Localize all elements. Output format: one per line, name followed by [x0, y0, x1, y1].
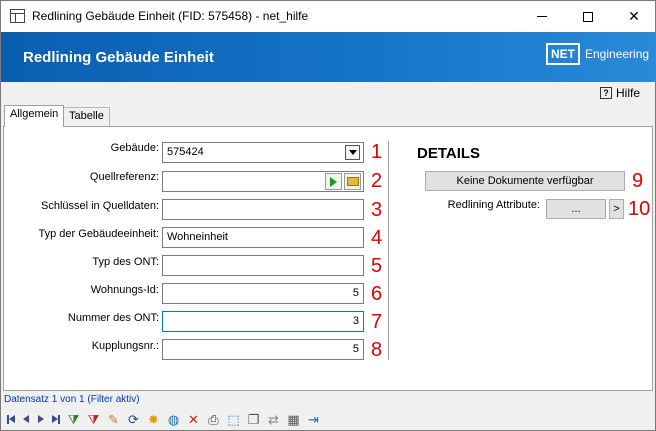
wohnungs-id-field[interactable]: 5 [162, 283, 364, 304]
field-label-quellreferenz: Quellreferenz: [89, 171, 159, 183]
edit-icon[interactable]: ✎ [104, 410, 123, 429]
field-label-wohnungs-id: Wohnungs-Id: [90, 284, 159, 296]
maximize-button[interactable] [565, 1, 611, 32]
kupplungsnr-value: 5 [352, 343, 359, 355]
remove-filter-icon[interactable]: ⧩ [84, 410, 103, 429]
window-title: Redlining Gebäude Einheit (FID: 575458) … [32, 9, 309, 23]
field-label-typ-gebaeudeeinheit: Typ der Gebäudeeinheit: [38, 228, 159, 240]
gebaeude-dropdown[interactable]: 575424 [162, 142, 364, 163]
play-icon [330, 176, 337, 187]
app-window: Redlining Gebäude Einheit (FID: 575458) … [0, 0, 656, 431]
last-record-icon[interactable] [49, 410, 63, 429]
record-toolbar: ⧩ ⧩ ✎ ⟳ ✸ ◍ ✕ ⎙ ⬚ ❐ ⇄ ▦ ⇥ [4, 409, 324, 429]
typ-gebaeudeeinheit-field[interactable]: Wohneinheit [162, 227, 364, 248]
field-label-kupplungsnr: Kupplungsnr.: [91, 340, 159, 352]
maximize-icon [583, 11, 593, 22]
redlining-next-button[interactable]: > [609, 199, 624, 219]
marker-6: 6 [371, 283, 383, 305]
brand-engineering: Engineering [585, 47, 650, 61]
print-icon[interactable]: ⎙ [204, 410, 223, 429]
refresh-icon[interactable]: ⟳ [124, 410, 143, 429]
typ-ont-field[interactable] [162, 255, 364, 276]
section-divider [388, 141, 389, 360]
marker-2: 2 [371, 170, 383, 192]
marker-9: 9 [632, 170, 644, 192]
form-panel: Gebäude: 575424 1 Quellreferenz: 2 Schlü… [3, 126, 653, 391]
status-bar: Datensatz 1 von 1 (Filter aktiv) ⧩ ⧩ ✎ ⟳… [1, 392, 655, 430]
marker-4: 4 [371, 227, 383, 249]
add-filter-icon[interactable]: ⧩ [64, 410, 83, 429]
copy-icon[interactable]: ❐ [244, 410, 263, 429]
brand-net: NET [546, 43, 580, 65]
marker-7: 7 [371, 311, 383, 333]
globe-icon[interactable]: ◍ [164, 410, 183, 429]
details-title: DETAILS [417, 145, 481, 162]
minimize-icon [537, 16, 547, 17]
table-app-icon [10, 9, 25, 23]
delete-icon[interactable]: ✕ [184, 410, 203, 429]
title-bar: Redlining Gebäude Einheit (FID: 575458) … [1, 1, 655, 32]
help-icon: ? [600, 87, 612, 99]
marker-1: 1 [371, 141, 383, 163]
marker-10: 10 [628, 198, 651, 220]
table-icon[interactable]: ▦ [284, 410, 303, 429]
previous-record-icon[interactable] [19, 410, 33, 429]
move-icon[interactable]: ⇄ [264, 410, 283, 429]
new-icon[interactable]: ✸ [144, 410, 163, 429]
wohnungs-id-value: 5 [352, 287, 359, 299]
field-label-nummer-ont: Nummer des ONT: [67, 312, 159, 324]
nummer-ont-value: 3 [352, 315, 359, 327]
field-label-gebaeude: Gebäude: [110, 142, 159, 154]
marker-5: 5 [371, 255, 383, 277]
help-button[interactable]: ? Hilfe [600, 86, 640, 100]
header-banner: Redlining Gebäude Einheit NET Engineerin… [1, 32, 655, 82]
next-record-icon[interactable] [34, 410, 48, 429]
redlining-attribute-label: Redlining Attribute: [447, 199, 540, 211]
select-icon[interactable]: ⬚ [224, 410, 243, 429]
quellreferenz-field[interactable] [162, 171, 364, 192]
chevron-down-icon [348, 150, 357, 155]
tab-allgemein[interactable]: Allgemein [4, 105, 65, 127]
schluessel-field[interactable] [162, 199, 364, 220]
open-folder-button[interactable] [344, 173, 361, 190]
exit-icon[interactable]: ⇥ [304, 410, 323, 429]
close-icon: ✕ [628, 8, 640, 24]
marker-8: 8 [371, 339, 383, 361]
first-record-icon[interactable] [4, 410, 18, 429]
minimize-button[interactable] [519, 1, 565, 32]
dropdown-button[interactable] [345, 145, 360, 160]
tab-tabelle[interactable]: Tabelle [63, 107, 110, 126]
field-label-schluessel: Schlüssel in Quelldaten: [40, 200, 159, 212]
help-bar: ? Hilfe [1, 82, 655, 105]
brand-logo: NET Engineering [546, 43, 649, 65]
nummer-ont-field[interactable]: 3 [162, 311, 364, 332]
banner-title: Redlining Gebäude Einheit [23, 49, 214, 66]
documents-button[interactable]: Keine Dokumente verfügbar [425, 171, 625, 191]
folder-icon [346, 177, 359, 186]
gebaeude-value: 575424 [167, 146, 204, 158]
typ-gebaeudeeinheit-value: Wohneinheit [167, 231, 228, 243]
redlining-attribute-button[interactable]: ... [546, 199, 606, 219]
kupplungsnr-field[interactable]: 5 [162, 339, 364, 360]
tab-strip: Allgemein Tabelle [1, 105, 655, 127]
field-label-typ-ont: Typ des ONT: [92, 256, 159, 268]
go-button[interactable] [325, 173, 342, 190]
help-label: Hilfe [616, 86, 641, 100]
close-button[interactable]: ✕ [611, 1, 656, 32]
record-info: Datensatz 1 von 1 (Filter aktiv) [4, 394, 140, 405]
